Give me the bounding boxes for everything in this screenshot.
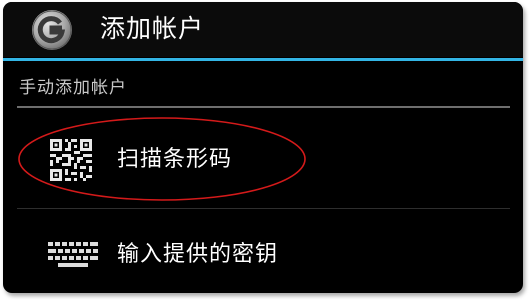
keyboard-icon (48, 242, 98, 268)
section-divider (17, 106, 510, 108)
google-authenticator-g-icon[interactable] (31, 9, 73, 51)
screen-frame: 添加帐户 手动添加帐户 扫描条形码 输入提供的密钥 (3, 2, 523, 293)
action-bar-accent-line (3, 58, 523, 61)
enter-key-label: 输入提供的密钥 (117, 242, 279, 267)
enter-provided-key-option[interactable]: 输入提供的密钥 (3, 209, 523, 293)
scan-barcode-option[interactable]: 扫描条形码 (3, 110, 523, 206)
scan-barcode-label: 扫描条形码 (117, 147, 233, 172)
action-bar: 添加帐户 (3, 2, 523, 57)
section-header: 手动添加帐户 (19, 78, 127, 98)
qr-code-icon (50, 139, 92, 181)
page-title: 添加帐户 (100, 14, 205, 43)
